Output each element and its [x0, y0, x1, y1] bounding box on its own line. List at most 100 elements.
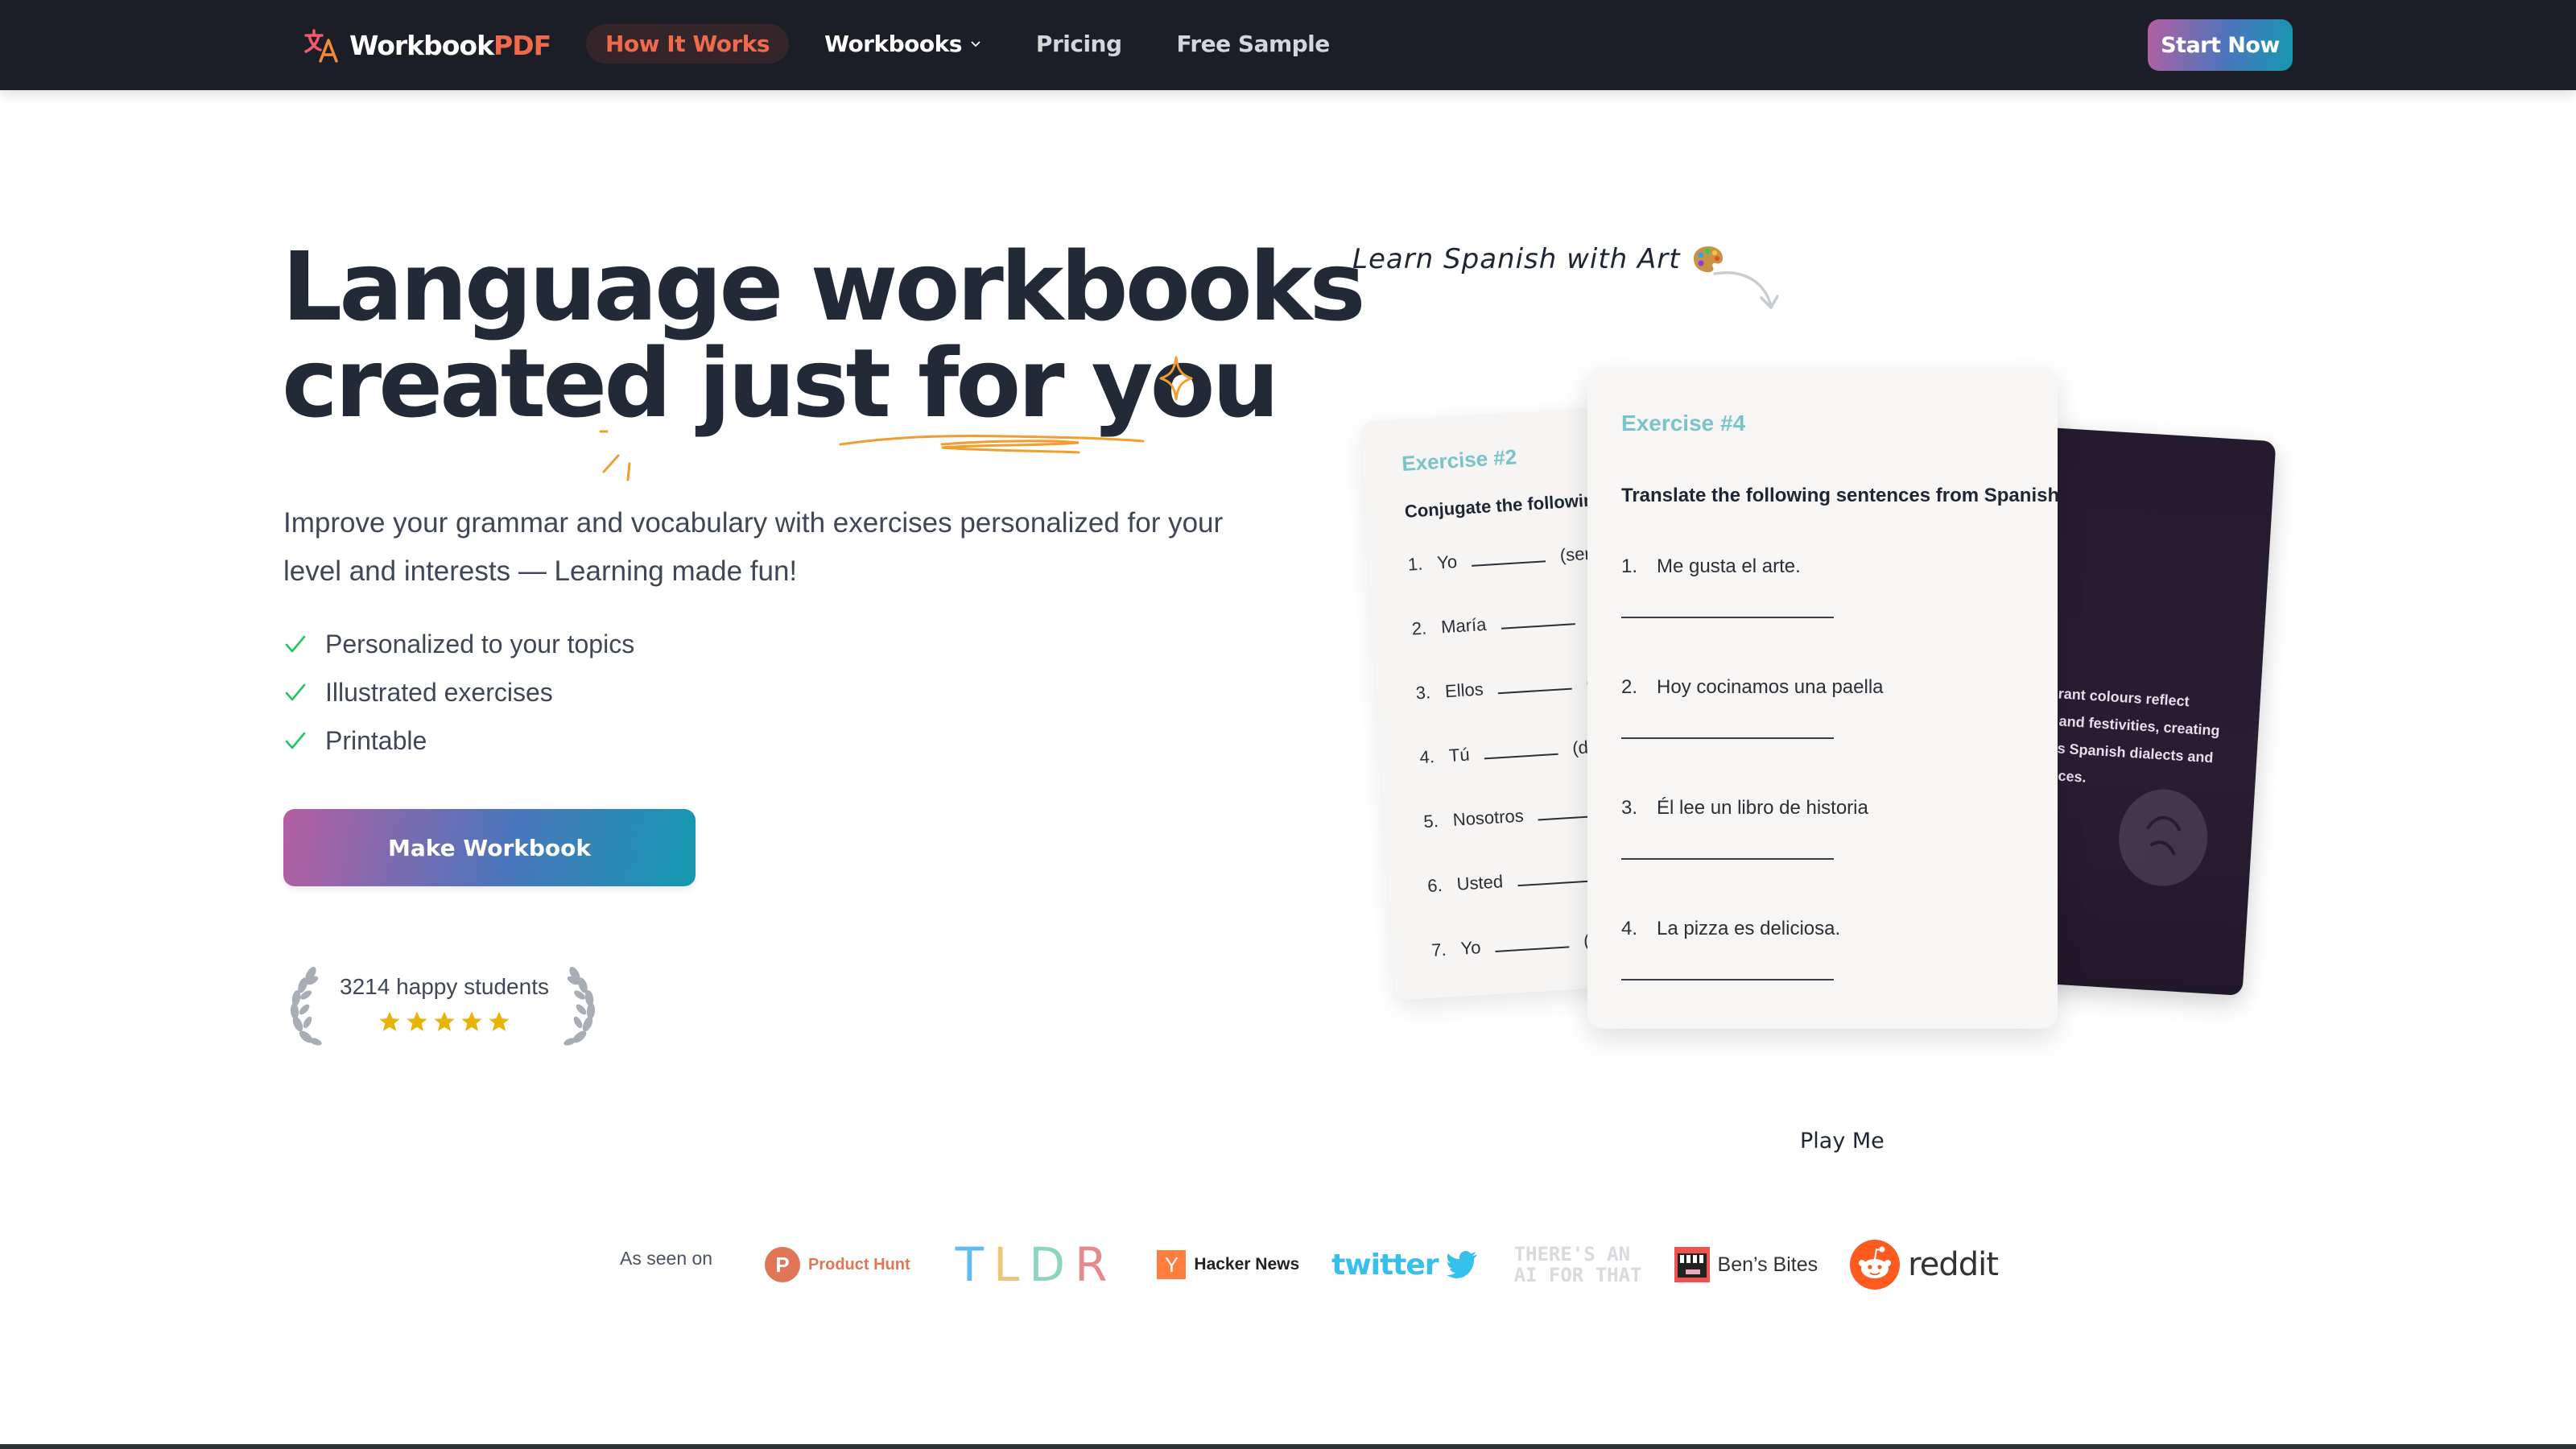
dash-marks-decoration	[599, 430, 631, 481]
product-hunt-logo[interactable]: P Product Hunt	[765, 1247, 910, 1282]
exercise-instruction: Conjugate the followin	[1404, 489, 1596, 522]
headline-line-2: created just for you	[282, 328, 1280, 439]
start-now-button[interactable]: Start Now	[2148, 19, 2293, 71]
star-icon	[407, 1011, 427, 1031]
answer-line	[1621, 979, 1834, 980]
vase-illustration	[2119, 789, 2208, 886]
tldr-letter: R	[1075, 1237, 1109, 1292]
item-number: 1.	[1621, 555, 1638, 577]
star-icon	[379, 1011, 400, 1031]
check-icon	[285, 732, 306, 749]
tldr-logo[interactable]: TLDR	[956, 1237, 1109, 1292]
hero-subtext: Improve your grammar and vocabulary with…	[283, 507, 1224, 587]
answer-line	[1621, 858, 1834, 860]
answer-line	[1621, 737, 1834, 739]
item-subject: Usted	[1455, 871, 1504, 894]
exercise-item: 1. Yo (ser) a	[1407, 542, 1614, 618]
exercise-item: 3. Él lee un libro de historia	[1621, 797, 1884, 918]
happy-students-count: 3214 happy students	[340, 974, 549, 999]
feature-item: Illustrated exercises	[283, 668, 634, 716]
theres-an-ai-for-that-logo[interactable]: THERE'S AN AI FOR THAT	[1514, 1244, 1642, 1286]
star-icon	[434, 1011, 455, 1031]
social-proof-badge: 3214 happy students	[283, 963, 605, 1051]
check-icon	[285, 635, 306, 653]
nav-link-label: Workbooks	[824, 30, 962, 57]
item-subject: Ellos	[1444, 679, 1484, 702]
exercise-instruction: Translate the following sentences from S…	[1621, 485, 2058, 506]
logo-text: WorkbookPDF	[349, 29, 551, 61]
nav-link-workbooks[interactable]: Workbooks	[805, 24, 1001, 64]
bens-bites-logo[interactable]: Ben’s Bites	[1674, 1247, 1818, 1282]
underline-squiggle-decoration	[839, 435, 1145, 454]
reddit-alien-icon	[1850, 1240, 1901, 1290]
reddit-text: reddit	[1908, 1246, 1999, 1283]
headline-line-1: Language workbooks	[282, 231, 1366, 342]
tldr-letter: D	[1029, 1237, 1067, 1292]
star-icon	[461, 1011, 482, 1031]
bottom-edge-bar	[0, 1444, 2576, 1449]
hacker-news-logo[interactable]: Y Hacker News	[1157, 1250, 1299, 1279]
bens-bites-icon	[1674, 1247, 1710, 1282]
y-combinator-icon: Y	[1157, 1250, 1187, 1279]
nav-link-label: How It Works	[605, 30, 770, 57]
curved-arrow-icon	[1713, 271, 1779, 309]
laurel-left-icon	[290, 966, 322, 1046]
bens-bites-text: Ben’s Bites	[1717, 1253, 1818, 1276]
blank-line	[1517, 865, 1592, 887]
nav-link-pricing[interactable]: Pricing	[1017, 24, 1141, 64]
sparkle-icon	[1159, 356, 1193, 401]
item-number: 7.	[1430, 939, 1447, 960]
blank-line	[1494, 931, 1570, 952]
exercise-item: 4. La pizza es deliciosa.	[1621, 918, 1884, 1029]
star-rating	[335, 1009, 554, 1034]
hacker-news-text: Hacker News	[1194, 1255, 1300, 1274]
nav-link-how-it-works[interactable]: How It Works	[586, 23, 790, 64]
item-number: 1.	[1407, 553, 1424, 575]
exercise-card-front[interactable]: Exercise #4 Translate the following sent…	[1587, 367, 2058, 1029]
twitter-logo[interactable]: twitter	[1331, 1249, 1478, 1282]
laurel-right-icon	[564, 966, 596, 1046]
item-text: Me gusta el arte.	[1657, 555, 1801, 577]
item-number: 3.	[1621, 797, 1638, 819]
item-text: La pizza es deliciosa.	[1657, 918, 1841, 939]
feature-item: Printable	[283, 716, 634, 765]
tldr-letter: L	[993, 1237, 1022, 1292]
item-number: 4.	[1418, 746, 1435, 768]
answer-line	[1621, 617, 1834, 618]
item-subject: Nosotros	[1451, 805, 1525, 830]
item-subject: María	[1440, 613, 1488, 638]
exercise-title: Exercise #4	[1621, 411, 1746, 436]
blank-line	[1483, 738, 1558, 760]
feature-list: Personalized to your topics Illustrated …	[283, 620, 634, 765]
make-workbook-button[interactable]: Make Workbook	[283, 809, 696, 886]
exercise-items: 1. Me gusta el arte. 2. Hoy cocinamos una …	[1621, 555, 1884, 1029]
play-me-button[interactable]: Play Me	[1800, 1129, 1885, 1154]
aift-line: THERE'S AN	[1513, 1243, 1631, 1265]
check-icon	[285, 683, 306, 701]
reddit-logo[interactable]: reddit	[1850, 1240, 1999, 1290]
item-subject: Tú	[1448, 744, 1471, 766]
nav-link-label: Free Sample	[1176, 30, 1331, 57]
item-subject: Yo	[1436, 551, 1458, 573]
item-number: 5.	[1422, 811, 1439, 832]
exercise-item: 2. Hoy cocinamos una paella	[1621, 676, 1884, 797]
feature-label: Printable	[325, 725, 427, 755]
nav-links: How It Works Workbooks Pricing Free Samp…	[586, 23, 1349, 64]
blank-line	[1496, 673, 1572, 695]
hero-headline: Language workbooks created just for you	[282, 231, 1366, 439]
item-number: 3.	[1414, 682, 1431, 704]
logo-link[interactable]: WorkbookPDF	[303, 26, 551, 64]
twitter-bird-icon	[1446, 1251, 1477, 1278]
twitter-text: twitter	[1331, 1248, 1439, 1282]
star-icon	[489, 1011, 510, 1031]
blank-line	[1471, 546, 1546, 567]
nav-link-free-sample[interactable]: Free Sample	[1158, 24, 1349, 64]
blank-line	[1500, 609, 1575, 630]
chevron-down-icon	[971, 41, 980, 47]
item-number: 2.	[1621, 676, 1638, 698]
as-seen-on-label: As seen on	[620, 1248, 713, 1269]
item-subject: Yo	[1459, 937, 1482, 959]
exercise-title: Exercise #2	[1401, 444, 1518, 476]
nav-link-label: Pricing	[1035, 30, 1122, 57]
tldr-letter: T	[955, 1237, 986, 1292]
